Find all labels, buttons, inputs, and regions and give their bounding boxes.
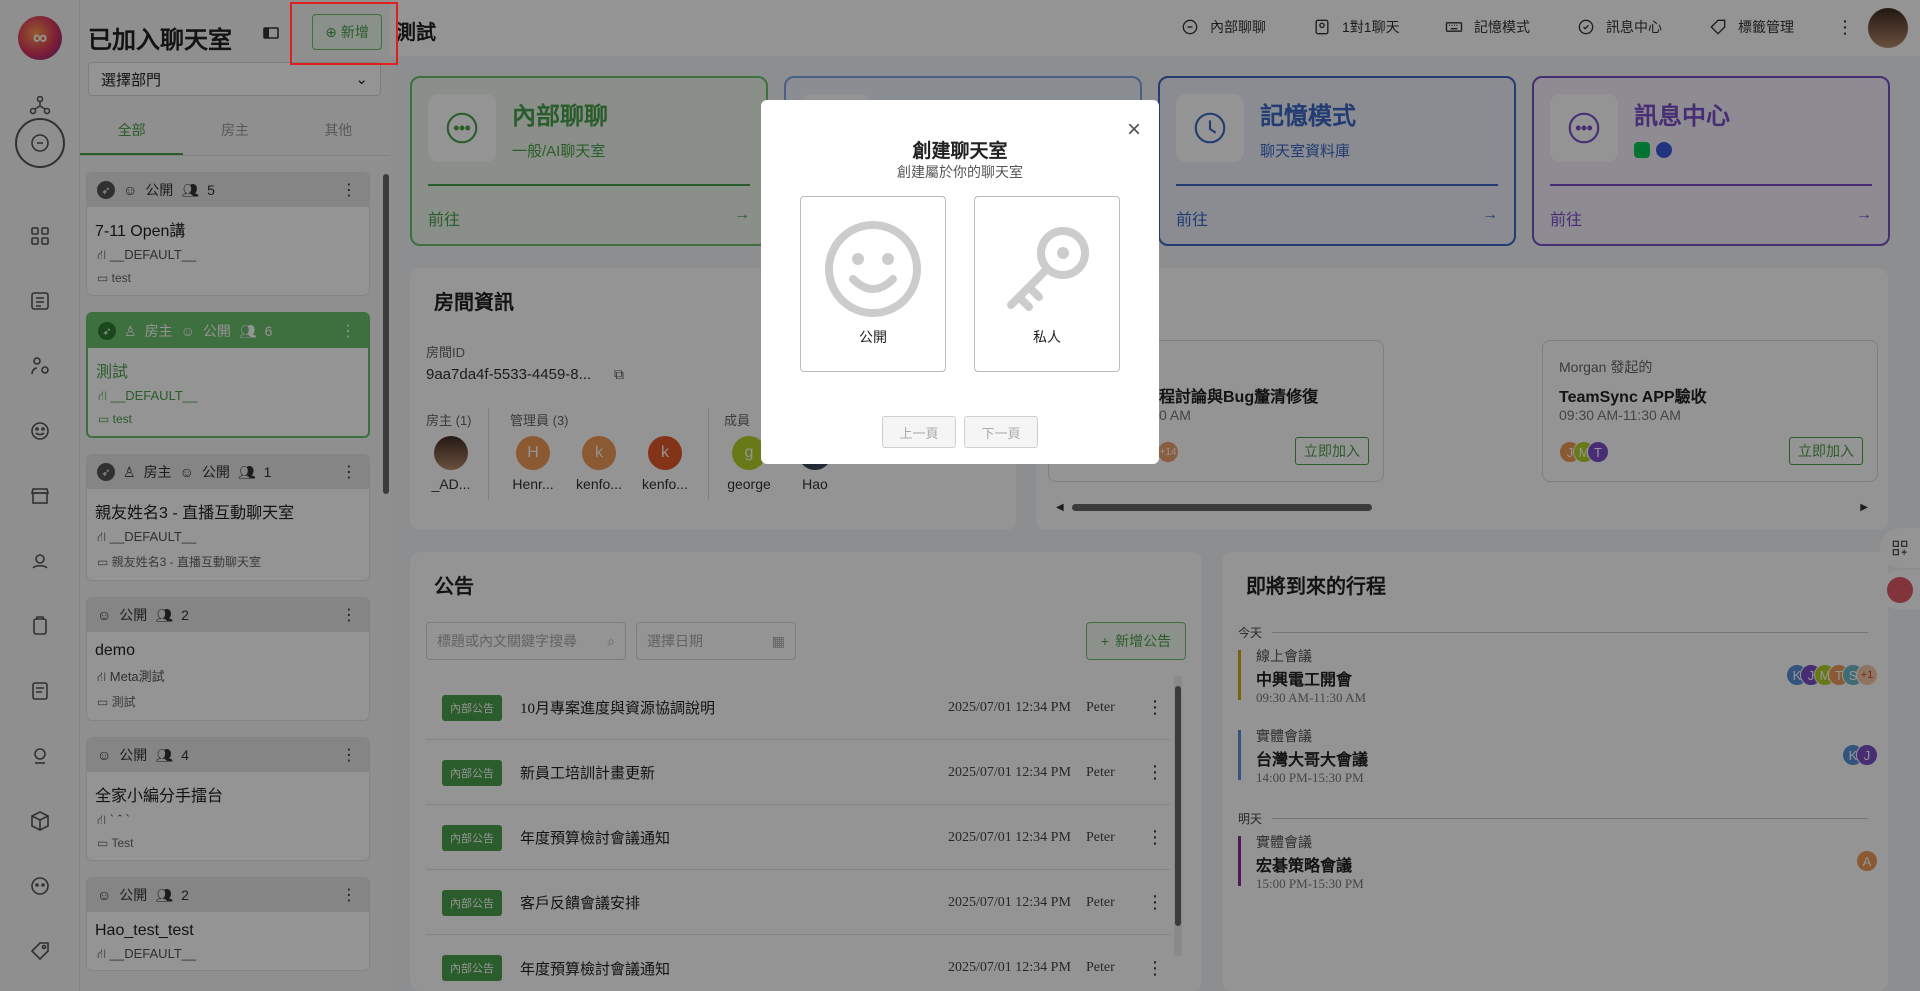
private-option-label: 私人 — [1033, 329, 1061, 345]
public-option[interactable]: 公開 — [800, 196, 946, 372]
key-icon — [1007, 227, 1089, 311]
smile-icon — [825, 221, 921, 317]
modal-subtitle: 創建屬於你的聊天室 — [897, 164, 1023, 180]
private-option[interactable]: 私人 — [974, 196, 1120, 372]
create-room-modal: × 創建聊天室 創建屬於你的聊天室 公開 私人 上一頁 下一頁 — [761, 100, 1159, 464]
public-option-label: 公開 — [859, 329, 887, 345]
next-page-button[interactable]: 下一頁 — [964, 416, 1038, 448]
modal-title: 創建聊天室 — [912, 141, 1008, 162]
prev-page-button[interactable]: 上一頁 — [882, 416, 956, 448]
highlight-box — [290, 2, 398, 65]
